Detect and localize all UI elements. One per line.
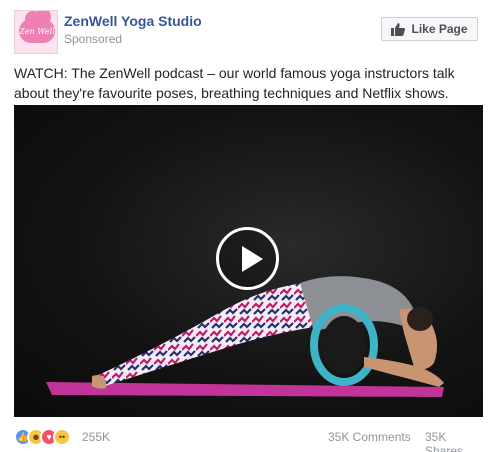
page-name-link[interactable]: ZenWell Yoga Studio bbox=[64, 13, 202, 29]
reaction-count[interactable]: 255K bbox=[82, 430, 110, 444]
sponsored-label[interactable]: Sponsored bbox=[64, 32, 122, 46]
wow-icon: •• bbox=[53, 428, 71, 446]
post-header: Zen Well ZenWell Yoga Studio Sponsored L… bbox=[14, 10, 484, 54]
page-avatar[interactable]: Zen Well bbox=[14, 10, 58, 54]
shares-count-link[interactable]: 35K Shares bbox=[425, 430, 484, 452]
like-page-label: Like Page bbox=[411, 22, 468, 36]
post-caption: WATCH: The ZenWell podcast – our world f… bbox=[14, 65, 455, 101]
comments-count-link[interactable]: 35K Comments bbox=[328, 430, 411, 444]
logo-text: Zen Well bbox=[19, 27, 55, 36]
sponsored-post: Zen Well ZenWell Yoga Studio Sponsored L… bbox=[0, 0, 493, 452]
play-icon[interactable] bbox=[216, 227, 279, 290]
video-player[interactable] bbox=[14, 105, 483, 417]
like-page-button[interactable]: Like Page bbox=[381, 17, 478, 41]
thumbs-up-icon bbox=[391, 22, 406, 36]
post-stats-bar: 👍 ☻ ♥ •• 255K 35K Comments 35K Shares bbox=[14, 427, 484, 452]
reaction-icons[interactable]: 👍 ☻ ♥ •• bbox=[14, 428, 78, 446]
